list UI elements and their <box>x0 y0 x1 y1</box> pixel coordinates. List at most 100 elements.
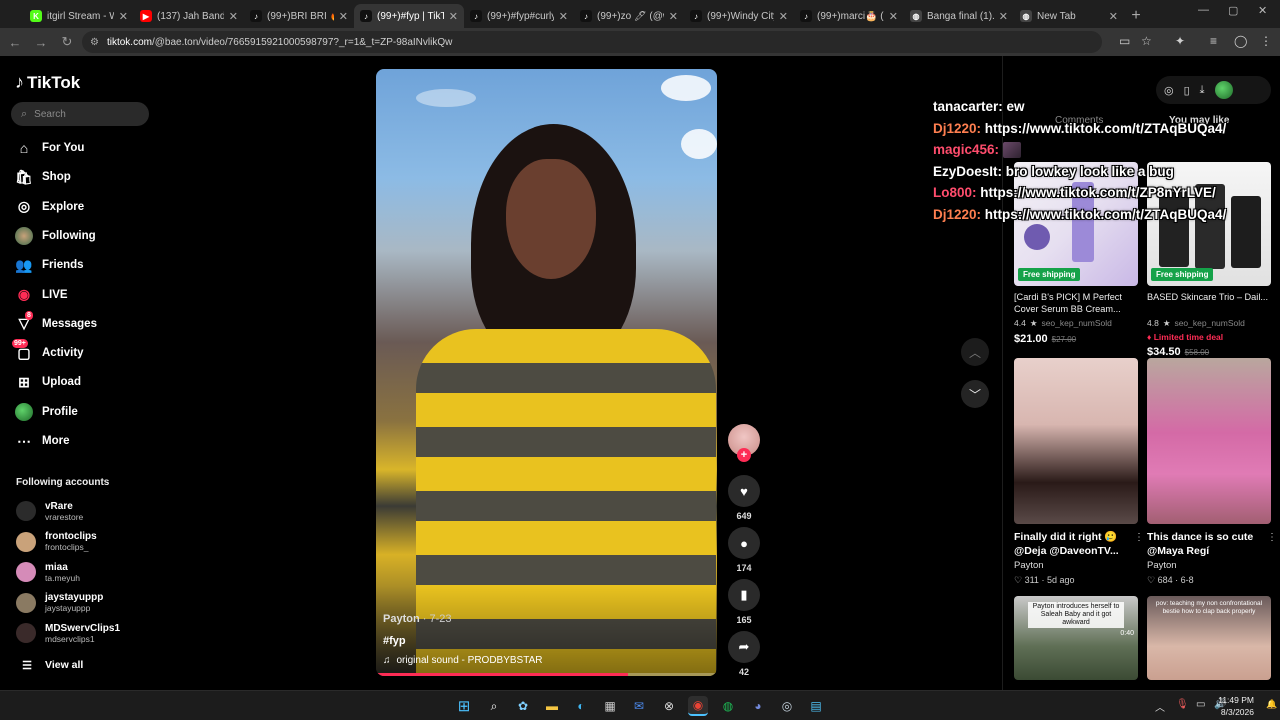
notification-bell-icon[interactable]: 🔔 <box>1266 699 1277 710</box>
xbox-icon[interactable]: ⊗ <box>659 696 679 716</box>
tab-close-icon[interactable]: ✕ <box>779 10 788 23</box>
video-sound[interactable]: ♫ original sound - PRODBYBSTAR <box>383 655 542 666</box>
sidebar-item-upload[interactable]: ⊞ Upload <box>15 371 81 393</box>
new-tab-button[interactable]: + <box>1124 4 1148 28</box>
notepad-icon[interactable]: ▤ <box>806 696 826 716</box>
tab-close-icon[interactable]: ✕ <box>999 10 1008 23</box>
sidebar-item-shop[interactable]: 🛍 Shop <box>15 166 71 188</box>
following-account-item[interactable]: jaystayuppp jaystayuppp <box>16 591 103 615</box>
sidebar-item-label: For You <box>42 142 85 154</box>
tab-close-icon[interactable]: ✕ <box>669 10 678 23</box>
more-options-icon[interactable]: ⋮ <box>1134 532 1144 543</box>
network-icon[interactable]: ▭ <box>1196 699 1205 710</box>
media-control-icon[interactable]: ≡ <box>1210 34 1217 48</box>
microphone-icon[interactable]: 🎙 <box>1176 699 1189 710</box>
close-window-icon[interactable]: ✕ <box>1258 4 1267 17</box>
download-icon[interactable]: ⤓ <box>1200 84 1205 97</box>
windows-taskbar: ⊞ ⌕ ✿ ▬ ◐ ▦ ✉ ⊗ ◉ ◍ ◕ ◎ ▤ ︿ 🎙 ▭ 🔊 11:49 … <box>0 690 1280 720</box>
product-old-price: $27.00 <box>1051 335 1077 344</box>
taskbar-clock[interactable]: 11:49 PM 8/3/2026 <box>1218 694 1254 718</box>
video-progress-bar[interactable] <box>376 673 717 676</box>
sidebar-item-friends[interactable]: 👥 Friends <box>15 254 83 276</box>
browser-tab[interactable]: ♪ (99+)marci🎂 (@ ✕ <box>794 4 904 28</box>
site-info-icon[interactable]: ⚙ <box>90 37 99 48</box>
back-icon[interactable]: ← <box>4 31 26 53</box>
sidebar-item-explore[interactable]: ◎ Explore <box>15 196 84 218</box>
suggested-video-card[interactable]: This dance is so cute @Maya Regí Payton … <box>1147 358 1277 586</box>
browser-tab[interactable]: ◍ New Tab ✕ <box>1014 4 1124 28</box>
save-button[interactable]: ▮ <box>728 579 760 611</box>
sidebar-item-messages[interactable]: ▽ 8 Messages <box>15 310 97 335</box>
extensions-icon[interactable]: ✦ <box>1175 34 1185 48</box>
windows-start-icon[interactable]: ⊞ <box>454 696 474 716</box>
tab-close-icon[interactable]: ✕ <box>339 10 348 23</box>
tab-close-icon[interactable]: ✕ <box>559 10 568 23</box>
search-input[interactable]: ⌕ Search <box>11 102 149 126</box>
following-account-item[interactable]: miaa ta.meyuh <box>16 560 80 584</box>
tab-close-icon[interactable]: ✕ <box>229 10 238 23</box>
sidebar-item-following[interactable]: Following <box>15 225 96 247</box>
view-all-button[interactable]: ☰ View all <box>18 654 83 676</box>
spotify-icon[interactable]: ◍ <box>718 696 738 716</box>
sidebar-item-live[interactable]: ◉ LIVE <box>15 284 68 306</box>
outlook-icon[interactable]: ✉ <box>629 696 649 716</box>
video-caption[interactable]: #fyp <box>383 635 406 647</box>
sidebar-item-for-you[interactable]: ⌂ For You <box>15 137 85 159</box>
compass-icon[interactable]: ◎ <box>1164 84 1174 97</box>
edge-icon[interactable]: ◐ <box>571 696 591 716</box>
video-author[interactable]: Payton · 7-23 <box>383 613 452 625</box>
suggested-video-card[interactable]: pov: teaching my non confrontational bes… <box>1147 596 1271 680</box>
following-account-item[interactable]: frontoclips frontoclips_ <box>16 530 97 554</box>
browser-tab[interactable]: ▶ (137) Jah Bandz - ✕ <box>134 4 244 28</box>
discord-icon[interactable]: ◕ <box>748 696 768 716</box>
like-button[interactable]: ♥ <box>728 475 760 507</box>
sidebar-item-activity[interactable]: ▢ 99+ Activity <box>12 339 84 364</box>
suggested-video-card[interactable]: Finally did it right 🥲 @Deja @DaveonTV..… <box>1014 358 1144 586</box>
bookmark-star-icon[interactable]: ☆ <box>1141 34 1152 48</box>
limited-deal-label: Limited time deal <box>1153 332 1224 342</box>
sidebar-item-label: Explore <box>42 200 85 213</box>
cast-icon[interactable]: ▭ <box>1119 34 1130 48</box>
steam-icon[interactable]: ◎ <box>777 696 797 716</box>
previous-video-button[interactable]: ︿ <box>961 338 989 366</box>
file-explorer-icon[interactable]: ▬ <box>542 696 562 716</box>
tray-chevron-icon[interactable]: ︿ <box>1155 699 1165 714</box>
browser-tab[interactable]: ♪ (99+)#fyp | TikTok ✕ <box>354 4 464 28</box>
comment-button[interactable]: ● <box>728 527 760 559</box>
tiktok-logo[interactable]: ♪ TikTok <box>15 72 80 93</box>
browser-tab[interactable]: ◍ Banga final (1).m ✕ <box>904 4 1014 28</box>
follow-plus-icon[interactable]: + <box>737 448 751 462</box>
forward-icon[interactable]: → <box>30 31 52 53</box>
tab-close-icon[interactable]: ✕ <box>1109 10 1118 23</box>
tab-close-icon[interactable]: ✕ <box>119 10 128 23</box>
store-icon[interactable]: ▦ <box>600 696 620 716</box>
next-video-button[interactable]: ﹀ <box>961 380 989 408</box>
chrome-menu-icon[interactable]: ⋮ <box>1260 34 1272 48</box>
account-name: vRare <box>45 500 73 512</box>
browser-tab[interactable]: ♪ (99+)#fyp#curlyh ✕ <box>464 4 574 28</box>
tab-close-icon[interactable]: ✕ <box>449 10 458 23</box>
profile-icon[interactable]: ◯ <box>1234 34 1247 48</box>
browser-tab[interactable]: ♪ (99+)zo 🖊 (@w ✕ <box>574 4 684 28</box>
search-icon[interactable]: ⌕ <box>484 696 504 716</box>
phone-icon[interactable]: ▯ <box>1184 84 1190 97</box>
following-account-item[interactable]: MDSwervClips1 mdservclips1 <box>16 621 120 645</box>
copilot-icon[interactable]: ✿ <box>513 696 533 716</box>
browser-tab[interactable]: Kitgirl Stream - Wa ✕ <box>24 4 134 28</box>
reload-icon[interactable]: ↻ <box>56 31 78 53</box>
sidebar-item-profile[interactable]: Profile <box>15 401 78 423</box>
video-player[interactable]: Payton · 7-23 #fyp ♫ original sound - PR… <box>376 69 717 676</box>
sidebar-item-more[interactable]: ⋯ More <box>15 430 69 452</box>
browser-tab[interactable]: ♪ (99+)BRI BRI 🔥 ✕ <box>244 4 354 28</box>
like-count: 649 <box>736 511 752 521</box>
following-account-item[interactable]: vRare vrarestore <box>16 499 83 523</box>
tab-close-icon[interactable]: ✕ <box>889 10 898 23</box>
more-options-icon[interactable]: ⋮ <box>1267 532 1277 543</box>
address-bar[interactable]: ⚙ tiktok.com/@bae.ton/video/766591592100… <box>82 31 1102 53</box>
browser-tab[interactable]: ♪ (99+)Windy City ✕ <box>684 4 794 28</box>
chrome-icon[interactable]: ◉ <box>688 696 708 716</box>
share-button[interactable]: ➦ <box>728 631 760 663</box>
suggested-video-card[interactable]: Payton introduces herself to Saleah Baby… <box>1014 596 1138 680</box>
maximize-icon[interactable]: ▢ <box>1228 4 1238 17</box>
minimize-icon[interactable]: — <box>1198 4 1209 16</box>
